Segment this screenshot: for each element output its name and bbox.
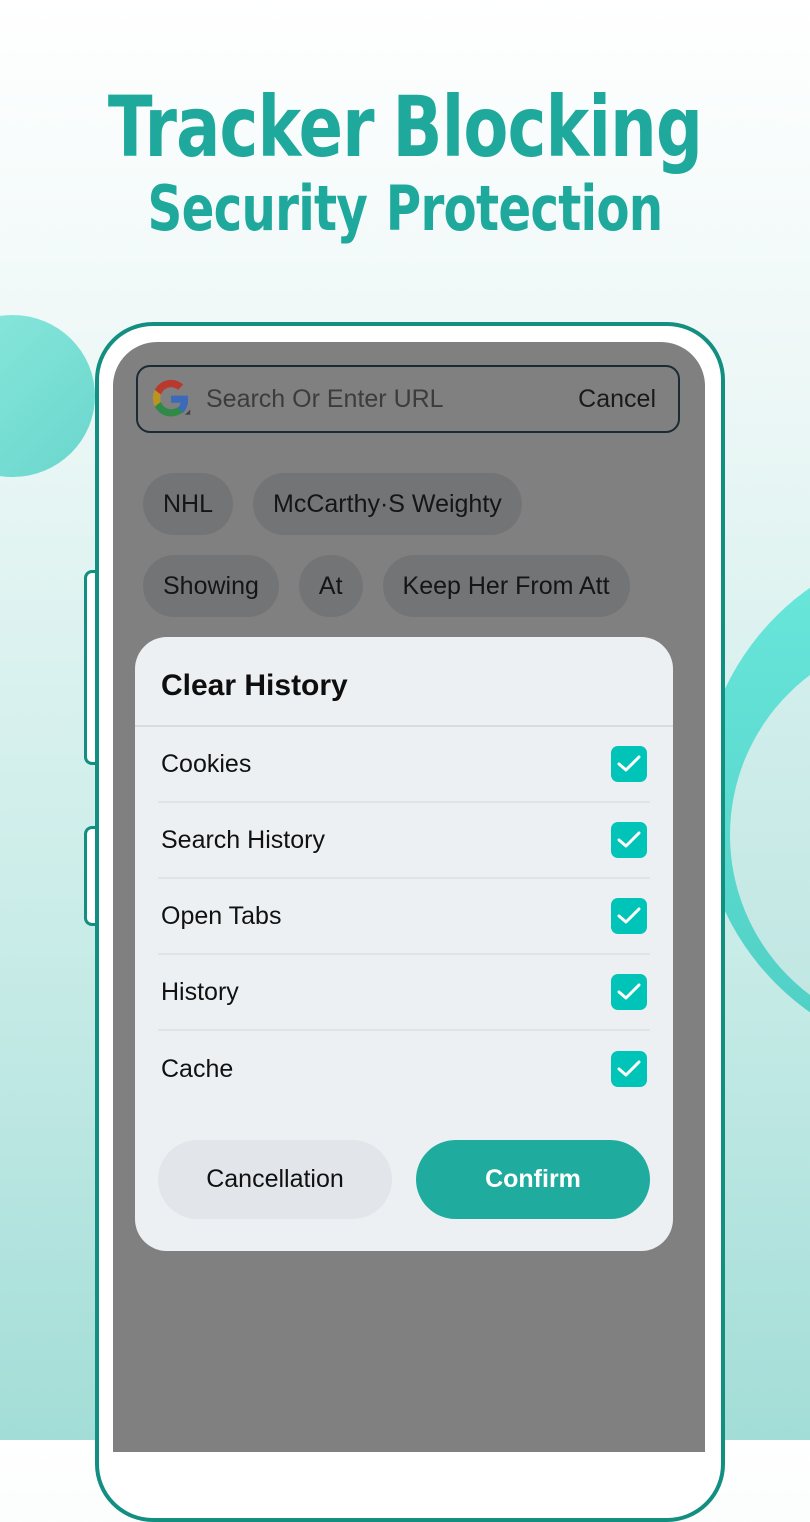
option-search-history[interactable]: Search History	[158, 803, 650, 879]
google-g-icon	[152, 379, 191, 417]
checkbox-checked[interactable]	[611, 822, 647, 858]
headline-line-2: Security Protection	[89, 172, 721, 245]
option-open-tabs[interactable]: Open Tabs	[158, 879, 650, 955]
checkbox-checked[interactable]	[611, 974, 647, 1010]
checkmark-icon	[617, 831, 641, 848]
search-input[interactable]	[204, 383, 579, 415]
headline-word: Blocking	[392, 78, 703, 176]
headline-line-1: Tracker Blocking	[89, 78, 721, 176]
search-cancel-button[interactable]: Cancel	[578, 385, 656, 414]
headline-word: Protection	[385, 172, 663, 245]
option-history[interactable]: History	[158, 955, 650, 1031]
clear-history-dialog: Clear History Cookies Search History Ope…	[135, 637, 673, 1251]
option-label: Open Tabs	[161, 901, 282, 930]
history-chip[interactable]: Showing	[143, 555, 279, 617]
clear-options-list: Cookies Search History Open Tabs History…	[158, 727, 650, 1107]
history-chip[interactable]: McCarthy·S Weighty	[253, 473, 522, 535]
cancellation-button[interactable]: Cancellation	[158, 1140, 392, 1219]
headline-word: Tracker	[107, 78, 375, 176]
checkbox-checked[interactable]	[611, 746, 647, 782]
checkmark-icon	[617, 1060, 641, 1077]
option-label: Cookies	[161, 749, 252, 778]
confirm-button[interactable]: Confirm	[416, 1140, 650, 1219]
checkbox-checked[interactable]	[611, 898, 647, 934]
option-cookies[interactable]: Cookies	[158, 727, 650, 803]
checkmark-icon	[617, 983, 641, 1000]
checkmark-icon	[617, 755, 641, 772]
history-chip[interactable]: At	[298, 555, 363, 617]
decorative-circle-left	[0, 315, 95, 477]
option-cache[interactable]: Cache	[158, 1031, 650, 1107]
option-label: Search History	[161, 825, 325, 854]
checkmark-icon	[617, 907, 641, 924]
checkbox-checked[interactable]	[611, 1051, 647, 1087]
headline-word: Security	[147, 172, 368, 245]
history-chip[interactable]: NHL	[143, 473, 234, 535]
search-history-chips: NHL McCarthy·S Weighty Showing At Keep H…	[143, 473, 683, 637]
search-bar: Cancel	[136, 365, 680, 433]
option-label: History	[161, 977, 239, 1006]
option-label: Cache	[161, 1054, 234, 1083]
dialog-actions: Cancellation Confirm	[158, 1140, 650, 1219]
history-chip[interactable]: Keep Her From Att	[382, 555, 630, 617]
dialog-title: Clear History	[161, 669, 348, 702]
